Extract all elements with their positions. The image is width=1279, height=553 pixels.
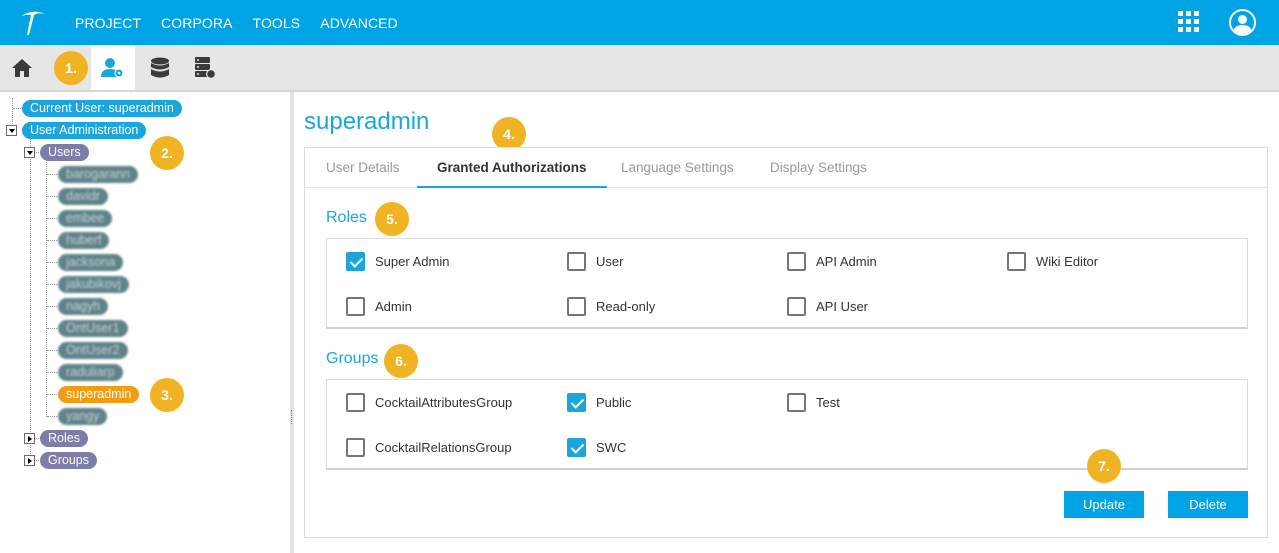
menu-corpora[interactable]: CORPORA <box>161 15 233 31</box>
expand-toggle-icon[interactable] <box>6 125 17 136</box>
tab-bar: User Details Granted Authorizations Lang… <box>305 148 1267 188</box>
tree-node-user[interactable]: jakubikovj <box>58 276 129 293</box>
role-read-only[interactable]: Read-only <box>567 296 655 316</box>
tree-node-users[interactable]: Users <box>40 144 89 161</box>
role-admin[interactable]: Admin <box>346 296 412 316</box>
delete-button[interactable]: Delete <box>1168 491 1248 518</box>
role-super-admin[interactable]: Super Admin <box>346 251 449 271</box>
tree-line <box>47 262 57 263</box>
step-marker-7: 7. <box>1087 449 1121 483</box>
database-icon <box>151 57 169 77</box>
database-button[interactable] <box>138 45 182 90</box>
tree-line <box>47 394 57 395</box>
page-title: superadmin <box>304 108 430 135</box>
expand-toggle-icon[interactable] <box>24 147 35 158</box>
roles-section-title: Roles <box>326 209 367 226</box>
group-public[interactable]: Public <box>567 392 631 412</box>
tree-line <box>47 196 57 197</box>
checkbox[interactable] <box>787 251 806 271</box>
tree-line <box>47 416 57 417</box>
groups-section-title: Groups <box>326 350 379 367</box>
user-detail-panel: User Details Granted Authorizations Lang… <box>304 147 1268 538</box>
group-test[interactable]: Test <box>787 392 840 412</box>
checkbox-checked[interactable] <box>567 437 586 457</box>
tree-node-user[interactable]: OntUser1 <box>58 320 128 337</box>
tree-node-user[interactable]: nagyh <box>58 298 109 315</box>
server-icon <box>195 56 216 79</box>
tree-node-user[interactable]: jacksona <box>58 254 124 271</box>
expand-toggle-icon[interactable] <box>24 433 35 444</box>
tree-node-user-administration[interactable]: User Administration <box>22 122 147 139</box>
tab-granted-authorizations[interactable]: Granted Authorizations <box>417 148 607 188</box>
tree-line <box>47 174 57 175</box>
checkbox[interactable] <box>567 251 586 271</box>
menu-project[interactable]: PROJECT <box>75 15 141 31</box>
menu-tools[interactable]: TOOLS <box>253 15 301 31</box>
checkbox[interactable] <box>346 296 365 316</box>
checkbox[interactable] <box>1007 251 1026 271</box>
top-navigation-bar: PROJECT CORPORA TOOLS ADVANCED <box>0 0 1279 45</box>
group-cocktail-relations[interactable]: CocktailRelationsGroup <box>346 437 512 457</box>
role-wiki-editor[interactable]: Wiki Editor <box>1007 251 1098 271</box>
update-button[interactable]: Update <box>1064 491 1144 518</box>
step-marker-5: 5. <box>375 202 409 236</box>
module-toolbar <box>0 45 1279 92</box>
checkbox[interactable] <box>346 437 365 457</box>
tree-node-groups[interactable]: Groups <box>40 452 97 469</box>
menu-advanced[interactable]: ADVANCED <box>320 15 398 31</box>
sidebar-splitter[interactable] <box>290 92 294 553</box>
home-icon <box>12 58 32 77</box>
checkbox[interactable] <box>567 296 586 316</box>
checkbox[interactable] <box>787 392 806 412</box>
logo-icon[interactable] <box>17 8 47 36</box>
tree-line <box>47 328 57 329</box>
expand-toggle-icon[interactable] <box>24 455 35 466</box>
tree-node-user-selected[interactable]: superadmin <box>58 386 140 403</box>
splitter-grip-icon[interactable] <box>291 410 293 424</box>
tree-node-user[interactable]: embee <box>58 210 113 227</box>
step-marker-2: 2. <box>150 136 184 170</box>
tree-node-user[interactable]: yangy <box>58 408 108 425</box>
group-swc[interactable]: SWC <box>567 437 626 457</box>
server-button[interactable] <box>183 45 227 90</box>
step-marker-6: 6. <box>384 344 418 378</box>
checkbox[interactable] <box>346 392 365 412</box>
tree-line <box>47 350 57 351</box>
tree-line <box>47 240 57 241</box>
role-api-user[interactable]: API User <box>787 296 868 316</box>
tree-node-current-user[interactable]: Current User: superadmin <box>22 100 182 117</box>
step-marker-4: 4. <box>492 117 526 151</box>
tree-line <box>47 306 57 307</box>
tree-line <box>47 218 57 219</box>
checkbox[interactable] <box>787 296 806 316</box>
tree-node-user[interactable]: huberf <box>58 232 110 249</box>
tab-display-settings[interactable]: Display Settings <box>770 148 867 188</box>
tree-node-user[interactable]: davidr <box>58 188 109 205</box>
role-user[interactable]: User <box>567 251 623 271</box>
tree-node-user[interactable]: OntUser2 <box>58 342 128 359</box>
main-menu: PROJECT CORPORA TOOLS ADVANCED <box>75 0 418 45</box>
user-admin-button[interactable] <box>91 45 135 90</box>
apps-grid-icon[interactable] <box>1178 11 1200 33</box>
tab-language-settings[interactable]: Language Settings <box>621 148 734 188</box>
tree-line <box>46 159 47 417</box>
tree-node-roles[interactable]: Roles <box>40 430 88 447</box>
checkbox-checked[interactable] <box>346 251 365 271</box>
tree-line <box>47 372 57 373</box>
user-admin-tree <box>0 92 290 553</box>
role-api-admin[interactable]: API Admin <box>787 251 877 271</box>
tree-line <box>30 137 31 460</box>
user-admin-icon <box>101 57 124 77</box>
tree-node-user[interactable]: barogarann <box>58 166 138 183</box>
tree-line <box>47 284 57 285</box>
checkbox-checked[interactable] <box>567 392 586 412</box>
user-account-icon[interactable] <box>1229 9 1256 36</box>
tab-user-details[interactable]: User Details <box>326 148 400 188</box>
home-button[interactable] <box>0 45 44 90</box>
step-marker-3: 3. <box>150 378 184 412</box>
group-cocktail-attributes[interactable]: CocktailAttributesGroup <box>346 392 512 412</box>
roles-box: Super Admin User API Admin Wiki Editor A… <box>326 238 1248 329</box>
tree-node-user[interactable]: raduliarp <box>58 364 123 381</box>
step-marker-1: 1. <box>54 51 88 85</box>
